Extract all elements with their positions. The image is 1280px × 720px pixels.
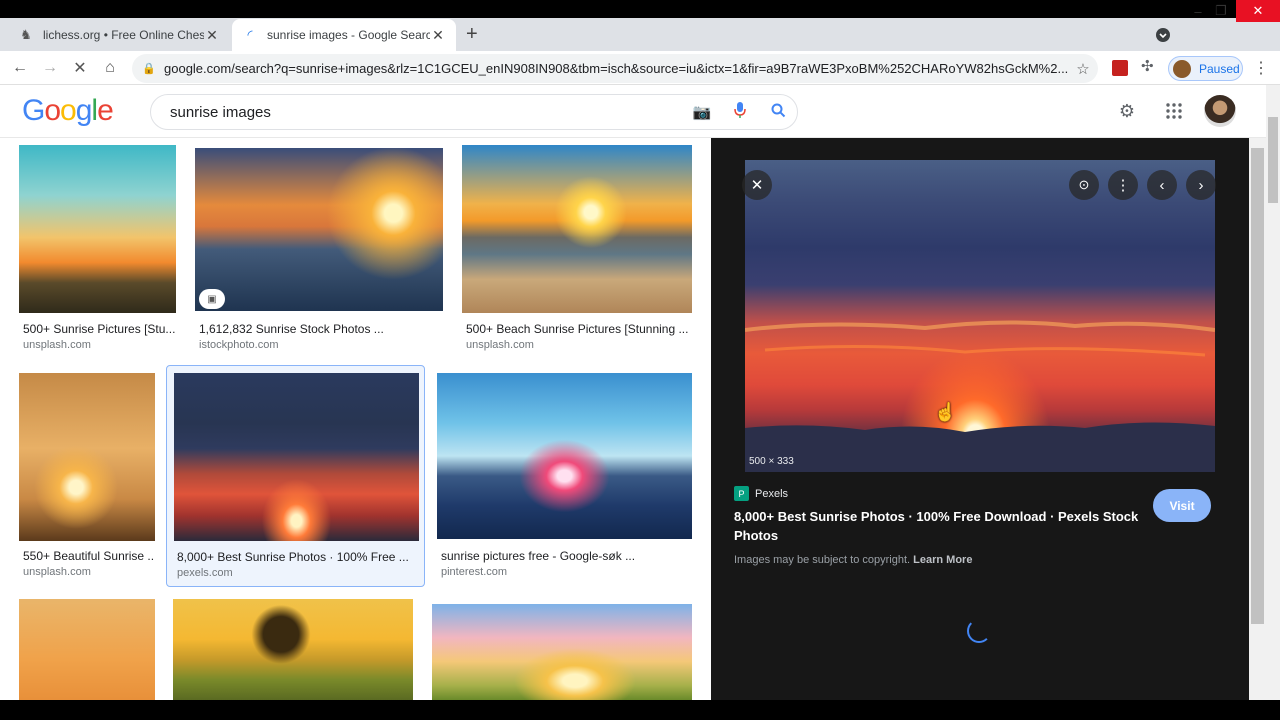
image-results-grid: 500+ Sunrise Pictures [Stu... unsplash.c… [0, 138, 711, 700]
result-thumbnail[interactable] [195, 148, 443, 311]
result-caption[interactable]: 500+ Beach Sunrise Pictures [Stunning ..… [466, 322, 692, 336]
result-source[interactable]: istockphoto.com [199, 339, 278, 351]
image-badge-icon: ▣ [199, 289, 225, 309]
tab-search-icon[interactable] [1148, 24, 1178, 46]
result-caption[interactable]: 550+ Beautiful Sunrise ... [23, 549, 155, 563]
tab-title: lichess.org • Free Online Chess [43, 28, 204, 42]
result-thumbnail[interactable] [437, 373, 692, 539]
google-header: Google sunrise images 📷 ⚙ [0, 85, 1266, 138]
image-result[interactable] [19, 599, 156, 700]
search-icon[interactable] [759, 103, 797, 122]
search-box[interactable]: sunrise images 📷 [150, 94, 798, 130]
menu-icon[interactable]: ⋮ [1251, 58, 1271, 78]
logo-letter: e [97, 94, 114, 127]
settings-gear-icon[interactable]: ⚙ [1115, 99, 1139, 123]
paused-label: Paused [1199, 61, 1240, 76]
tab-google-search[interactable]: ◜ sunrise images - Google Search ✕ [232, 19, 456, 51]
pexels-icon: P [734, 486, 749, 501]
result-thumbnail[interactable] [432, 604, 692, 700]
result-source[interactable]: pinterest.com [441, 566, 507, 578]
account-avatar[interactable] [1204, 95, 1236, 127]
puzzle-icon[interactable]: ✣ [1141, 57, 1157, 75]
address-bar[interactable]: 🔒 google.com/search?q=sunrise+images&rlz… [132, 54, 1098, 83]
result-thumbnail[interactable] [19, 599, 155, 700]
new-tab-button[interactable]: + [466, 23, 478, 46]
preview-source[interactable]: P Pexels [734, 486, 788, 501]
search-input[interactable]: sunrise images [170, 104, 683, 121]
page-scrollbar[interactable] [1266, 85, 1280, 700]
avatar [1173, 59, 1191, 78]
tab-lichess[interactable]: ♞ lichess.org • Free Online Chess ✕ [8, 19, 230, 51]
url-text: google.com/search?q=sunrise+images&rlz=1… [164, 61, 1068, 76]
camera-icon[interactable]: 📷 [683, 103, 721, 121]
result-source[interactable]: unsplash.com [23, 339, 91, 351]
logo-letter: G [22, 94, 45, 127]
result-thumbnail[interactable] [19, 373, 155, 541]
previous-image-icon[interactable]: ‹ [1147, 170, 1177, 200]
source-name: Pexels [755, 487, 789, 500]
image-result[interactable] [173, 599, 414, 700]
image-dimensions: 500 × 333 [749, 456, 794, 467]
scrollbar-thumb[interactable] [1268, 117, 1278, 203]
result-source[interactable]: unsplash.com [23, 566, 91, 578]
preview-scrollbar[interactable] [1249, 138, 1266, 700]
home-icon[interactable]: ⌂ [100, 58, 120, 78]
copyright-notice: Images may be subject to copyright. Lear… [734, 554, 972, 566]
scrollbar-thumb[interactable] [1251, 148, 1264, 624]
result-thumbnail[interactable] [173, 599, 413, 700]
more-options-icon[interactable]: ⋮ [1108, 170, 1138, 200]
image-result-selected[interactable]: 8,000+ Best Sunrise Photos · 100% Free .… [166, 365, 425, 587]
next-image-icon[interactable]: › [1186, 170, 1216, 200]
preview-title[interactable]: 8,000+ Best Sunrise Photos · 100% Free D… [734, 507, 1154, 545]
logo-letter: g [75, 94, 93, 127]
logo-letter: o [44, 94, 61, 127]
result-caption[interactable]: sunrise pictures free - Google-søk ... [441, 549, 691, 563]
close-tab-icon[interactable]: ✕ [430, 27, 446, 44]
loading-spinner-icon [967, 619, 991, 643]
close-preview-button[interactable]: ✕ [742, 170, 772, 200]
back-icon[interactable]: ← [10, 58, 30, 78]
image-result[interactable]: 500+ Sunrise Pictures [Stu... unsplash.c… [19, 145, 177, 355]
lichess-icon: ♞ [20, 27, 32, 42]
result-caption[interactable]: 500+ Sunrise Pictures [Stu... [23, 322, 175, 336]
result-source[interactable]: pexels.com [177, 567, 233, 579]
logo-letter: o [60, 94, 77, 127]
image-preview-panel: ✕ ⊙ ⋮ ‹ › 500 × 333 P Pexels 8,000+ Best… [711, 138, 1249, 700]
bookmark-star-icon[interactable]: ☆ [1068, 60, 1098, 78]
image-result[interactable]: sunrise pictures free - Google-søk ... p… [437, 373, 694, 583]
image-result[interactable]: 500+ Beach Sunrise Pictures [Stunning ..… [462, 145, 694, 355]
google-logo[interactable]: Google [22, 94, 114, 128]
result-thumbnail[interactable] [174, 373, 419, 541]
stop-icon[interactable]: ✕ [70, 58, 90, 78]
result-source[interactable]: unsplash.com [466, 339, 534, 351]
extension-red-icon[interactable] [1112, 60, 1128, 76]
image-result[interactable]: 550+ Beautiful Sunrise ... unsplash.com [19, 373, 156, 583]
preview-image[interactable] [745, 160, 1215, 472]
close-window-button[interactable]: ✕ [1236, 0, 1280, 22]
visit-button[interactable]: Visit [1153, 489, 1211, 522]
lens-search-icon[interactable]: ⊙ [1069, 170, 1099, 200]
result-caption[interactable]: 1,612,832 Sunrise Stock Photos ... [199, 322, 439, 336]
result-caption[interactable]: 8,000+ Best Sunrise Photos · 100% Free .… [177, 550, 417, 564]
forward-icon[interactable]: → [40, 58, 60, 78]
apps-grid-icon[interactable] [1162, 99, 1186, 123]
hand-cursor-icon: ☝ [934, 402, 957, 422]
loading-icon: ◜ [247, 27, 253, 42]
image-result[interactable]: ▣ 1,612,832 Sunrise Stock Photos ... ist… [195, 148, 445, 358]
copyright-text: Images may be subject to copyright. [734, 554, 911, 566]
tab-title: sunrise images - Google Search [267, 28, 430, 42]
image-result[interactable] [432, 604, 694, 700]
restore-button[interactable]: ❐ [1203, 0, 1239, 22]
browser-toolbar: ← → ✕ ⌂ 🔒 google.com/search?q=sunrise+im… [0, 51, 1280, 85]
microphone-icon[interactable] [721, 101, 759, 123]
result-thumbnail[interactable] [19, 145, 176, 313]
lock-icon: 🔒 [142, 63, 156, 75]
tab-strip: ♞ lichess.org • Free Online Chess ✕ ◜ su… [0, 0, 1280, 51]
close-tab-icon[interactable]: ✕ [204, 27, 220, 44]
preview-clouds [745, 320, 1215, 472]
learn-more-link[interactable]: Learn More [913, 554, 972, 566]
result-thumbnail[interactable] [462, 145, 692, 313]
profile-paused-button[interactable]: Paused [1168, 56, 1243, 81]
